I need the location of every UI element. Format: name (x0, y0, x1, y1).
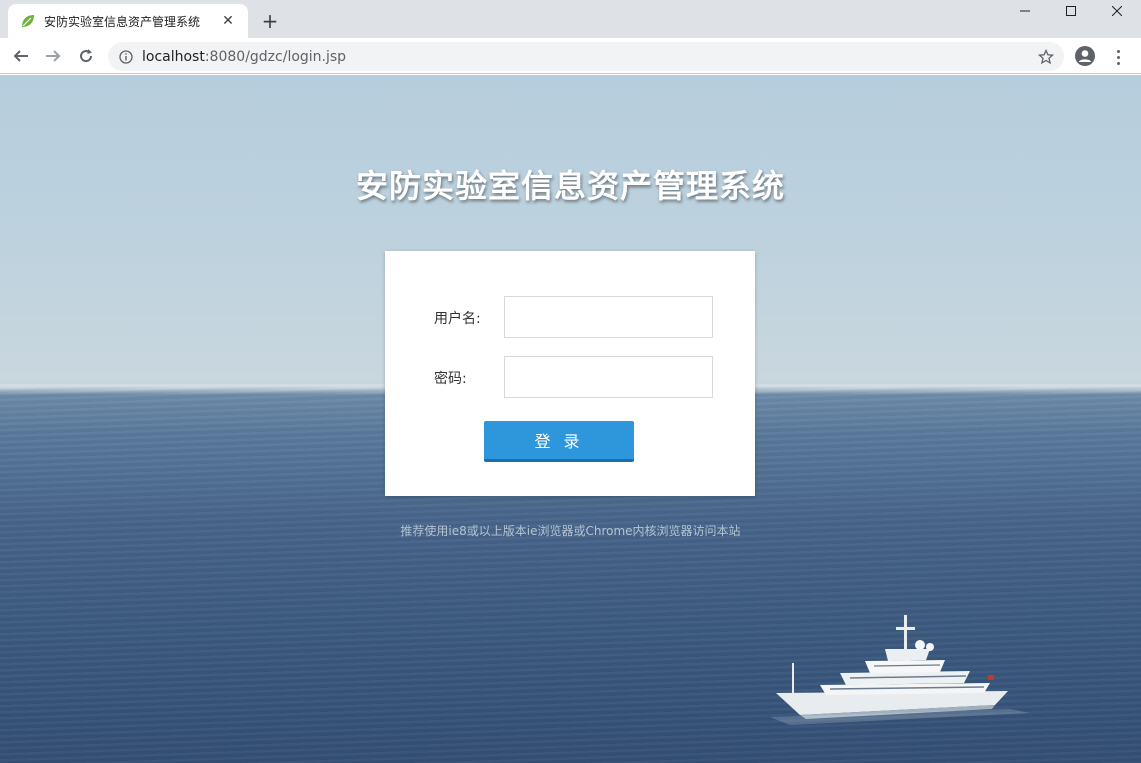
address-bar[interactable]: localhost:8080/gdzc/login.jsp (108, 42, 1064, 71)
minimize-icon[interactable] (1002, 0, 1048, 22)
login-form: 用户名: 密码: 登 录 (385, 251, 755, 496)
leaf-favicon-icon (20, 13, 36, 29)
username-input[interactable] (504, 296, 713, 338)
tab-title: 安防实验室信息资产管理系统 (44, 14, 201, 29)
yacht-image (770, 615, 1030, 725)
menu-dots-icon[interactable] (1108, 45, 1128, 69)
tab-strip: 安防实验室信息资产管理系统 ✕ + (0, 0, 1141, 38)
close-icon[interactable]: ✕ (218, 11, 238, 31)
browser-tab[interactable]: 安防实验室信息资产管理系统 ✕ (8, 4, 248, 38)
url-host: localhost (142, 48, 205, 65)
username-label: 用户名: (434, 311, 481, 327)
star-icon[interactable] (1036, 47, 1056, 67)
plus-icon[interactable]: + (258, 9, 282, 33)
login-button[interactable]: 登 录 (484, 421, 634, 462)
browser-toolbar: localhost:8080/gdzc/login.jsp (0, 38, 1141, 74)
maximize-icon[interactable] (1048, 0, 1094, 22)
url-text: localhost:8080/gdzc/login.jsp (142, 49, 346, 65)
browser-hint: 推荐使用ie8或以上版本ie浏览器或Chrome内核浏览器访问本站 (400, 524, 741, 538)
password-label: 密码: (434, 371, 467, 387)
window-close-icon[interactable] (1094, 0, 1140, 22)
page-background: 安防实验室信息资产管理系统 用户名: 密码: 登 录 推荐使用ie8或以上版本i… (0, 75, 1141, 763)
reload-icon[interactable] (73, 43, 99, 69)
forward-arrow-icon[interactable] (40, 43, 66, 69)
back-arrow-icon[interactable] (8, 43, 34, 69)
password-input[interactable] (504, 356, 713, 398)
info-icon[interactable] (118, 49, 134, 65)
url-path: :8080/gdzc/login.jsp (204, 48, 347, 65)
account-icon[interactable] (1074, 45, 1098, 69)
page-title: 安防实验室信息资产管理系统 (355, 167, 785, 205)
